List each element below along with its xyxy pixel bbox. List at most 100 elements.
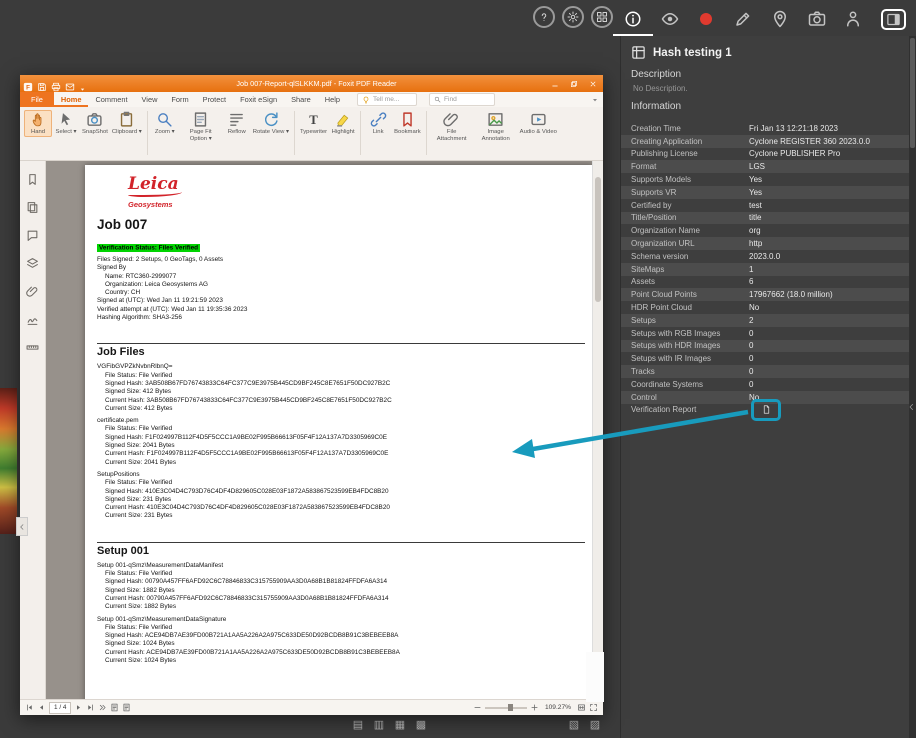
document-area[interactable]: Leica Geosystems Job 007 Verification Sta… bbox=[46, 161, 603, 699]
doc-scrollbar[interactable] bbox=[592, 161, 603, 699]
tool-bookmark[interactable]: Bookmark bbox=[392, 110, 423, 137]
menubar-caret-icon[interactable] bbox=[591, 96, 599, 104]
settings-button[interactable] bbox=[562, 6, 584, 28]
menu-tab-help[interactable]: Help bbox=[318, 92, 347, 107]
tool-link[interactable]: Link bbox=[364, 110, 392, 137]
fit-width-button[interactable] bbox=[577, 703, 586, 712]
pdf-text-line: Verified attempt at (UTC): Wed Jan 11 19… bbox=[97, 305, 248, 313]
nav-attachments-icon[interactable] bbox=[26, 285, 39, 298]
layout-5-icon[interactable]: ▧ bbox=[568, 717, 580, 731]
foxit-logo-icon: F bbox=[23, 79, 33, 91]
next-page-button[interactable] bbox=[74, 703, 83, 712]
info-value: Fri Jan 13 12:21:18 2023 bbox=[749, 123, 838, 133]
tool-select[interactable]: Select ▾ bbox=[52, 110, 80, 137]
nav-comments-icon[interactable] bbox=[26, 229, 39, 242]
tool-label: Audio & Video bbox=[519, 129, 557, 135]
tell-me-box[interactable]: Tell me... bbox=[357, 93, 417, 106]
presenter-tab[interactable] bbox=[844, 10, 862, 28]
tool-audio-video[interactable]: Audio & Video bbox=[518, 110, 559, 137]
pdf-text-line: Country: CH bbox=[105, 289, 141, 297]
info-value: 0 bbox=[749, 367, 754, 377]
tool-clipboard[interactable]: Clipboard ▾ bbox=[110, 110, 144, 137]
verification-report-highlight[interactable] bbox=[751, 398, 781, 421]
foxit-titlebar[interactable]: F Job 007-Report-qlSLKKM.pdf - Foxit PDF… bbox=[20, 75, 603, 92]
reflow-icon bbox=[228, 111, 245, 128]
info-row: Title/Position title bbox=[621, 211, 916, 225]
nav-pages-icon[interactable] bbox=[26, 201, 39, 214]
verification-status-highlight: Verification Status: Files Verified bbox=[97, 243, 201, 252]
tool-reflow[interactable]: Reflow bbox=[223, 110, 251, 137]
fullscreen-button[interactable] bbox=[589, 703, 598, 712]
apps-button[interactable] bbox=[591, 6, 613, 28]
nav-signatures-icon[interactable] bbox=[26, 313, 39, 326]
zoom-in-button[interactable] bbox=[530, 703, 539, 712]
overlay-artifact bbox=[586, 652, 604, 702]
menu-tab-protect[interactable]: Protect bbox=[196, 92, 233, 107]
geotag-tab[interactable] bbox=[771, 10, 789, 28]
menu-tab-view[interactable]: View bbox=[135, 92, 165, 107]
nav-layers-icon[interactable] bbox=[26, 257, 39, 270]
last-page-button[interactable] bbox=[86, 703, 95, 712]
print-button[interactable] bbox=[51, 79, 61, 91]
first-page-button[interactable] bbox=[25, 703, 34, 712]
email-button[interactable] bbox=[65, 79, 75, 90]
restore-button[interactable] bbox=[566, 78, 581, 90]
nav-measure-icon[interactable] bbox=[26, 341, 39, 354]
layout-6-icon[interactable]: ▨ bbox=[589, 717, 601, 731]
panel-scrollbar[interactable] bbox=[909, 36, 916, 738]
menu-tab-share[interactable]: Share bbox=[284, 92, 318, 107]
tool-typewriter[interactable]: T Typewriter bbox=[298, 110, 329, 137]
zoom-slider-thumb[interactable] bbox=[508, 704, 514, 711]
info-value: 1 bbox=[749, 264, 754, 274]
snapshot-tab[interactable] bbox=[808, 10, 826, 28]
section-heading: Job 007 bbox=[97, 217, 148, 232]
tool-zoom[interactable]: Zoom ▾ bbox=[151, 110, 179, 137]
file-detail: Current Size: 2041 Bytes bbox=[105, 458, 177, 466]
doc-scrollbar-thumb[interactable] bbox=[595, 177, 601, 302]
record-button[interactable] bbox=[697, 10, 715, 28]
panel-scrollbar-thumb[interactable] bbox=[910, 38, 915, 148]
close-button[interactable] bbox=[585, 78, 600, 90]
tool-label: Zoom ▾ bbox=[154, 129, 175, 135]
zoom-out-button[interactable] bbox=[473, 703, 482, 712]
tool-page-fit-option[interactable]: Page Fit Option ▾ bbox=[179, 110, 223, 144]
menu-tab-home[interactable]: Home bbox=[54, 92, 89, 107]
select-text-button[interactable] bbox=[110, 703, 119, 712]
page-number-box[interactable]: 1 / 4 bbox=[49, 701, 72, 714]
prev-page-button[interactable] bbox=[37, 703, 46, 712]
menu-tab-foxit-esign[interactable]: Foxit eSign bbox=[233, 92, 284, 107]
info-key: Organization URL bbox=[631, 239, 695, 249]
layout-2-icon[interactable]: ▥ bbox=[373, 717, 385, 731]
layout-1-icon[interactable]: ▤ bbox=[352, 717, 364, 731]
nav-pane-collapse[interactable] bbox=[16, 517, 28, 536]
tool-file-attachment[interactable]: File Attachment bbox=[430, 110, 474, 144]
info-tab[interactable] bbox=[613, 10, 653, 36]
link-icon bbox=[370, 111, 387, 128]
more-tools-button[interactable] bbox=[98, 703, 107, 712]
visibility-tab[interactable] bbox=[661, 10, 679, 28]
layout-3-icon[interactable]: ▦ bbox=[394, 717, 406, 731]
menu-tab-file[interactable]: File bbox=[20, 92, 54, 107]
layout-4-icon[interactable]: ▩ bbox=[415, 717, 427, 731]
quick-access-caret-icon[interactable] bbox=[79, 80, 86, 91]
tool-snapshot[interactable]: SnapShot bbox=[80, 110, 110, 137]
markup-tab[interactable] bbox=[734, 10, 752, 28]
panel-toggle[interactable] bbox=[880, 8, 906, 30]
tool-highlight[interactable]: Highlight bbox=[329, 110, 357, 137]
report-doc-icon[interactable] bbox=[762, 404, 771, 415]
snapshot-small-button[interactable] bbox=[122, 703, 131, 712]
tool-image-annotation[interactable]: Image Annotation bbox=[474, 110, 518, 144]
nav-pane-icons bbox=[20, 161, 46, 699]
page-number: 1 / 4 bbox=[54, 704, 67, 711]
menu-tab-comment[interactable]: Comment bbox=[88, 92, 134, 107]
panel-collapse-arrow[interactable] bbox=[907, 400, 916, 414]
minimize-button[interactable] bbox=[547, 78, 562, 90]
menu-tab-form[interactable]: Form bbox=[164, 92, 195, 107]
tool-rotate-view[interactable]: Rotate View ▾ bbox=[251, 110, 291, 137]
nav-bookmarks-icon[interactable] bbox=[26, 173, 39, 186]
help-button[interactable] bbox=[533, 6, 555, 28]
save-button[interactable] bbox=[37, 79, 47, 91]
tool-hand[interactable]: Hand bbox=[24, 110, 52, 137]
zoom-slider[interactable] bbox=[484, 704, 527, 711]
find-box[interactable]: Find bbox=[429, 93, 495, 106]
